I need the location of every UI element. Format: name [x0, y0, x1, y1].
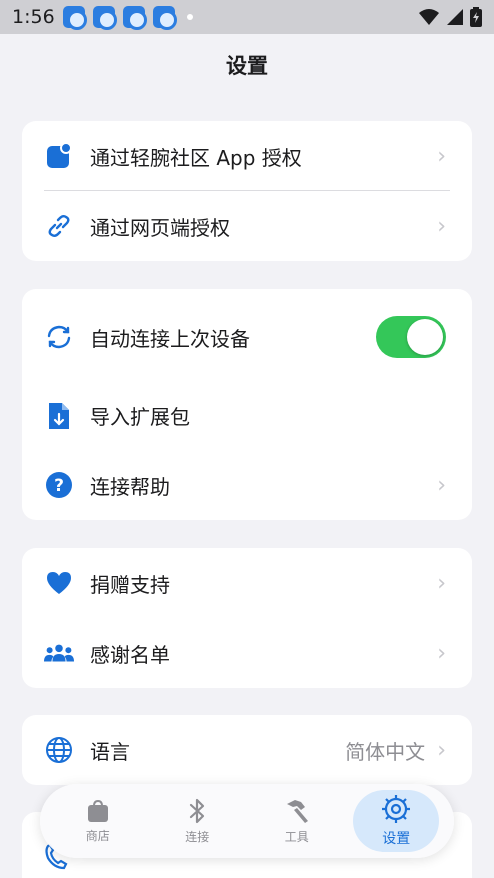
tab-shop[interactable]: 商店: [55, 790, 141, 852]
tab-settings[interactable]: 设置: [353, 790, 440, 852]
app-notification-icon: [62, 6, 87, 30]
language-label: 语言: [90, 739, 130, 764]
auto-connect-label: 自动连接上次设备: [90, 326, 250, 351]
signal-icon: [447, 9, 463, 25]
chevron-right-icon: ›: [437, 472, 446, 498]
globe-icon: [44, 735, 74, 765]
tab-connect[interactable]: 连接: [154, 790, 240, 852]
chevron-right-icon: ›: [437, 213, 446, 239]
status-bar: 1:56: [0, 0, 494, 34]
chevron-right-icon: ›: [437, 640, 446, 666]
tab-tools-label: 工具: [284, 829, 309, 844]
connection-help-row[interactable]: ? 连接帮助 ›: [22, 450, 472, 520]
support-card: 捐赠支持 › 感谢名单 ›: [22, 548, 472, 688]
auth-via-app-row[interactable]: 通过轻腕社区 App 授权 ›: [22, 121, 472, 191]
sync-icon: [44, 322, 74, 352]
hammer-icon: [286, 799, 308, 823]
bottom-tab-bar: 商店 连接 工具 设置: [40, 784, 454, 858]
import-extension-label: 导入扩展包: [90, 405, 190, 429]
svg-text:?: ?: [54, 476, 64, 496]
app-notification-icon: [152, 6, 177, 30]
auto-connect-row: 自动连接上次设备: [22, 289, 472, 381]
chevron-right-icon: ›: [437, 737, 446, 763]
app-notification-icon: [122, 6, 147, 30]
app-badge-icon: [44, 141, 74, 171]
link-icon: [44, 211, 74, 241]
shop-bag-icon: [87, 799, 108, 822]
file-import-icon: [44, 401, 74, 431]
connection-help-label: 连接帮助: [90, 474, 170, 499]
page-title: 设置: [226, 54, 268, 78]
auth-via-web-row[interactable]: 通过网页端授权 ›: [22, 191, 472, 261]
status-time: 1:56: [12, 6, 55, 28]
device-card: 自动连接上次设备 导入扩展包 ? 连接帮助 ›: [22, 289, 472, 520]
tab-connect-label: 连接: [185, 829, 210, 844]
bluetooth-icon: [190, 798, 205, 823]
auth-via-web-label: 通过网页端授权: [90, 215, 230, 240]
language-value: 简体中文: [345, 739, 426, 764]
heart-icon: [44, 568, 74, 598]
people-icon: [44, 638, 74, 668]
chevron-right-icon: ›: [437, 143, 446, 169]
settings-icon: [382, 795, 411, 823]
tab-tools[interactable]: 工具: [254, 790, 340, 852]
auth-card: 通过轻腕社区 App 授权 › 通过网页端授权 ›: [22, 121, 472, 261]
battery-icon: [470, 7, 482, 27]
wifi-icon: [419, 9, 439, 25]
auth-via-app-label: 通过轻腕社区 App 授权: [90, 145, 302, 170]
more-notifications-icon: [186, 14, 193, 20]
donate-label: 捐赠支持: [90, 572, 170, 597]
thanks-list-label: 感谢名单: [90, 642, 170, 667]
app-notification-icon: [92, 6, 117, 30]
tab-settings-label: 设置: [382, 831, 411, 847]
language-card: 语言 简体中文 ›: [22, 715, 472, 785]
help-icon: ?: [44, 470, 74, 500]
chevron-right-icon: ›: [437, 570, 446, 596]
auto-connect-toggle[interactable]: [376, 316, 446, 358]
language-row[interactable]: 语言 简体中文 ›: [22, 715, 472, 785]
import-extension-row[interactable]: 导入扩展包: [22, 381, 472, 450]
tab-shop-label: 商店: [85, 828, 110, 843]
thanks-list-row[interactable]: 感谢名单 ›: [22, 618, 472, 688]
donate-row[interactable]: 捐赠支持 ›: [22, 548, 472, 618]
